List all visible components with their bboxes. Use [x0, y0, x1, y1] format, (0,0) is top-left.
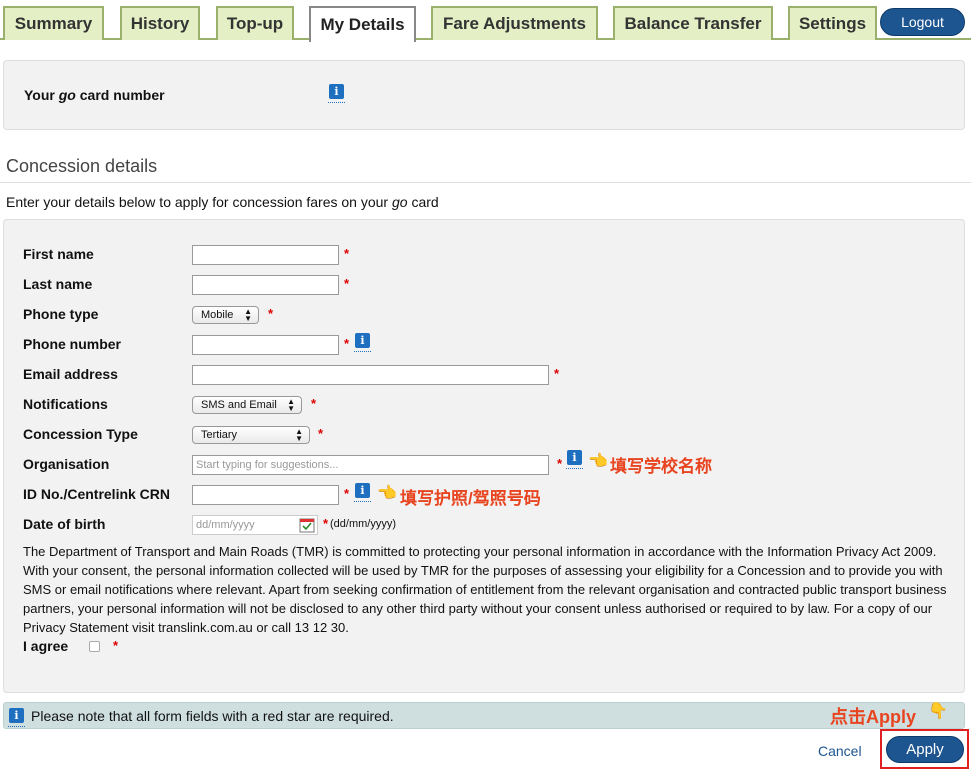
logout-button[interactable]: Logout: [880, 8, 965, 36]
info-icon: i: [8, 708, 25, 727]
tab-settings[interactable]: Settings: [788, 6, 877, 40]
notifications-select[interactable]: SMS and Email ▲ ▼: [192, 396, 302, 414]
organisation-info-icon[interactable]: i: [566, 450, 583, 469]
section-divider: [0, 182, 971, 183]
last-name-label: Last name: [23, 276, 93, 292]
tab-history[interactable]: History: [120, 6, 200, 40]
tab-bar: Summary History Top-up My Details Fare A…: [0, 0, 971, 42]
cancel-button[interactable]: Cancel: [818, 743, 862, 759]
apply-button[interactable]: Apply: [886, 736, 964, 763]
id-no-input[interactable]: [192, 485, 339, 505]
dob-format-hint: (dd/mm/yyyy): [330, 518, 396, 530]
required-note-text: Please note that all form fields with a …: [31, 707, 394, 724]
id-no-label: ID No./Centrelink CRN: [23, 486, 171, 502]
agree-label: I agree: [23, 638, 69, 654]
privacy-statement: The Department of Transport and Main Roa…: [23, 544, 947, 635]
email-input[interactable]: [192, 365, 549, 385]
tab-fare-adjustments[interactable]: Fare Adjustments: [431, 6, 598, 40]
pointing-left-hand-icon: 👈: [377, 485, 397, 502]
notifications-label: Notifications: [23, 396, 108, 412]
organisation-input[interactable]: [192, 455, 549, 475]
first-name-label: First name: [23, 246, 94, 262]
tab-summary[interactable]: Summary: [3, 6, 104, 40]
required-star: *: [113, 638, 119, 653]
select-arrows-icon: ▲ ▼: [244, 307, 252, 323]
required-star: *: [344, 486, 350, 501]
calendar-icon[interactable]: [299, 517, 315, 533]
first-name-input[interactable]: [192, 245, 339, 265]
card-number-info-icon[interactable]: i: [328, 84, 345, 103]
dob-label: Date of birth: [23, 516, 106, 532]
phone-type-select[interactable]: Mobile ▲ ▼: [192, 306, 259, 324]
id-no-info-icon[interactable]: i: [354, 483, 371, 502]
pointing-left-hand-icon: 👈: [588, 453, 608, 470]
required-note-bar: i Please note that all form fields with …: [3, 702, 965, 729]
tab-top-up[interactable]: Top-up: [216, 6, 294, 40]
required-star: *: [554, 366, 560, 381]
phone-type-label: Phone type: [23, 306, 99, 322]
phone-number-input[interactable]: [192, 335, 339, 355]
last-name-input[interactable]: [192, 275, 339, 295]
required-star: *: [323, 516, 329, 531]
concession-type-select[interactable]: Tertiary ▲ ▼: [192, 426, 310, 444]
concession-title: Concession details: [6, 156, 158, 176]
agree-checkbox[interactable]: [89, 641, 100, 652]
phone-number-info-icon[interactable]: i: [354, 333, 371, 352]
select-arrows-icon: ▲ ▼: [287, 397, 295, 413]
concession-intro: Enter your details below to apply for co…: [6, 194, 439, 210]
apply-highlight-box: Apply: [880, 729, 969, 769]
email-label: Email address: [23, 366, 118, 382]
required-star: *: [268, 306, 274, 321]
phone-number-label: Phone number: [23, 336, 122, 352]
required-star: *: [318, 426, 324, 441]
select-arrows-icon: ▲ ▼: [295, 427, 303, 443]
apply-annotation: 点击Apply: [830, 707, 917, 727]
card-number-panel: Your go card number i: [3, 60, 965, 130]
concession-type-label: Concession Type: [23, 426, 138, 442]
required-star: *: [344, 276, 350, 291]
organisation-annotation: 填写学校名称: [610, 457, 712, 476]
required-star: *: [557, 456, 563, 471]
tab-my-details[interactable]: My Details: [309, 6, 416, 42]
organisation-label: Organisation: [23, 456, 110, 472]
required-star: *: [344, 336, 350, 351]
pointing-down-hand-icon: 👇: [928, 703, 948, 720]
card-number-label: Your go card number: [24, 87, 165, 103]
id-no-annotation: 填写护照/驾照号码: [400, 489, 541, 508]
tab-balance-transfer[interactable]: Balance Transfer: [613, 6, 773, 40]
required-star: *: [344, 246, 350, 261]
required-star: *: [311, 396, 317, 411]
